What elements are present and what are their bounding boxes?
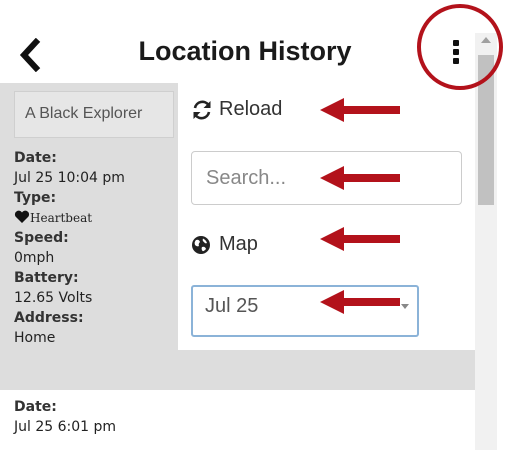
battery-label: Battery: [14, 270, 79, 286]
app-header: Location History [0, 0, 475, 83]
reload-label: Reload [219, 98, 283, 120]
date-label: Date: [14, 150, 57, 166]
page-title: Location History [138, 36, 352, 66]
back-chevron-icon[interactable] [16, 38, 44, 72]
speed-value: 0mph [14, 250, 55, 266]
address-value: Home [14, 330, 56, 346]
options-dropdown-panel: Reload Map Jul 25 [178, 83, 475, 350]
map-label: Map [219, 233, 258, 255]
date-value: Jul 25 10:04 pm [14, 170, 125, 186]
reload-button[interactable]: Reload [191, 98, 282, 121]
address-label: Address: [14, 310, 84, 326]
type-value-row: Heartbeat [14, 208, 178, 228]
date-select-value: Jul 25 [205, 295, 259, 317]
globe-icon [192, 235, 210, 254]
history-list: A Black Explorer Date: Jul 25 10:04 pm T… [0, 83, 475, 450]
panel-divider-band [178, 350, 475, 390]
speed-label: Speed: [14, 230, 69, 246]
date-label: Date: [14, 399, 57, 415]
heart-icon [14, 210, 30, 223]
list-item[interactable]: Date: Jul 25 6:01 pm [0, 390, 475, 450]
date-select[interactable]: Jul 25 [191, 285, 419, 337]
chevron-down-icon [401, 304, 409, 309]
scrollbar[interactable] [475, 33, 497, 450]
refresh-icon [193, 100, 211, 119]
battery-value: 12.65 Volts [14, 290, 93, 306]
vertical-ellipsis-icon[interactable] [452, 40, 460, 66]
type-value: Heartbeat [30, 211, 93, 225]
scroll-up-arrow-icon[interactable] [481, 37, 491, 43]
list-item[interactable]: Date: Jul 25 10:04 pm Type: Heartbeat Sp… [0, 148, 178, 348]
map-button[interactable]: Map [191, 233, 258, 256]
date-value: Jul 25 6:01 pm [14, 419, 117, 435]
scrollbar-thumb[interactable] [478, 55, 494, 205]
search-input[interactable] [191, 151, 462, 205]
device-name-label: A Black Explorer [14, 91, 174, 138]
type-label: Type: [14, 190, 57, 206]
